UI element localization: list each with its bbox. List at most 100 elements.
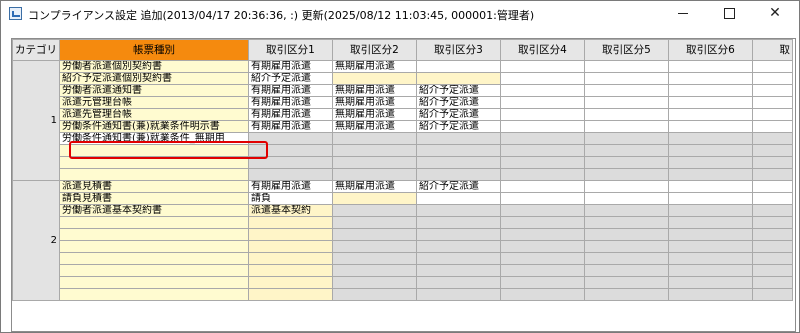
transaction-type-cell-partial[interactable]: [752, 276, 793, 289]
transaction-type-cell[interactable]: [248, 240, 333, 253]
transaction-type-cell-partial[interactable]: [752, 72, 793, 85]
transaction-type-cell[interactable]: [332, 252, 417, 265]
transaction-type-cell[interactable]: [500, 120, 585, 133]
form-type-cell[interactable]: [59, 156, 249, 169]
transaction-type-cell[interactable]: 請負: [248, 192, 333, 205]
form-type-cell[interactable]: [59, 264, 249, 277]
transaction-type-cell[interactable]: [584, 96, 669, 109]
transaction-type-cell[interactable]: [500, 132, 585, 145]
transaction-type-cell[interactable]: [416, 264, 501, 277]
transaction-type-cell[interactable]: [500, 240, 585, 253]
transaction-type-cell[interactable]: [248, 132, 333, 145]
transaction-type-cell[interactable]: 有期雇用派遣: [248, 96, 333, 109]
transaction-type-cell[interactable]: [584, 264, 669, 277]
form-type-cell[interactable]: 労働者派遣個別契約書: [59, 60, 249, 73]
form-type-cell[interactable]: 派遣見積書: [59, 180, 249, 193]
transaction-type-cell[interactable]: [668, 276, 753, 289]
form-type-cell[interactable]: 労働者派遣通知書: [59, 84, 249, 97]
column-header-transaction-type-4[interactable]: 取引区分4: [500, 39, 585, 61]
form-type-cell[interactable]: 労働条件通知書(兼)就業条件_無期用: [59, 132, 249, 145]
transaction-type-cell[interactable]: 紹介予定派遣: [248, 72, 333, 85]
transaction-type-cell[interactable]: [332, 228, 417, 241]
form-type-cell[interactable]: 労働者派遣基本契約書: [59, 204, 249, 217]
transaction-type-cell[interactable]: [332, 216, 417, 229]
transaction-type-cell-partial[interactable]: [752, 132, 793, 145]
transaction-type-cell[interactable]: 無期雇用派遣: [332, 120, 417, 133]
transaction-type-cell[interactable]: [332, 72, 417, 85]
form-type-cell[interactable]: [59, 276, 249, 289]
column-header-transaction-type-1[interactable]: 取引区分1: [248, 39, 333, 61]
transaction-type-cell[interactable]: [584, 180, 669, 193]
transaction-type-cell[interactable]: [668, 60, 753, 73]
form-type-cell[interactable]: 労働条件通知書(兼)就業条件明示書: [59, 120, 249, 133]
transaction-type-cell[interactable]: [500, 264, 585, 277]
form-type-cell[interactable]: 紹介予定派遣個別契約書: [59, 72, 249, 85]
transaction-type-cell[interactable]: [500, 72, 585, 85]
column-header-transaction-type-7[interactable]: 取: [752, 39, 793, 61]
form-type-cell[interactable]: 請負見積書: [59, 192, 249, 205]
transaction-type-cell-partial[interactable]: [752, 252, 793, 265]
transaction-type-cell-partial[interactable]: [752, 240, 793, 253]
form-type-cell[interactable]: [59, 228, 249, 241]
transaction-type-cell[interactable]: 無期雇用派遣: [332, 96, 417, 109]
column-header-transaction-type-3[interactable]: 取引区分3: [416, 39, 501, 61]
transaction-type-cell[interactable]: 紹介予定派遣: [416, 108, 501, 121]
transaction-type-cell[interactable]: 有期雇用派遣: [248, 60, 333, 73]
column-header-transaction-type-6[interactable]: 取引区分6: [668, 39, 753, 61]
transaction-type-cell[interactable]: [416, 276, 501, 289]
transaction-type-cell[interactable]: [332, 240, 417, 253]
transaction-type-cell-partial[interactable]: [752, 84, 793, 97]
transaction-type-cell[interactable]: [584, 204, 669, 217]
transaction-type-cell[interactable]: [500, 216, 585, 229]
maximize-button[interactable]: [706, 1, 752, 27]
transaction-type-cell[interactable]: [668, 156, 753, 169]
transaction-type-cell[interactable]: [416, 252, 501, 265]
form-type-cell[interactable]: 派遣元管理台帳: [59, 96, 249, 109]
transaction-type-cell[interactable]: [416, 60, 501, 73]
form-type-cell[interactable]: [59, 288, 249, 301]
column-header-form-type[interactable]: 帳票種別: [59, 39, 249, 61]
transaction-type-cell[interactable]: [248, 216, 333, 229]
transaction-type-cell[interactable]: [668, 84, 753, 97]
transaction-type-cell[interactable]: [416, 240, 501, 253]
transaction-type-cell[interactable]: [584, 120, 669, 133]
transaction-type-cell[interactable]: [416, 192, 501, 205]
transaction-type-cell[interactable]: [416, 228, 501, 241]
transaction-type-cell[interactable]: [584, 156, 669, 169]
transaction-type-cell[interactable]: [668, 228, 753, 241]
transaction-type-cell[interactable]: [668, 288, 753, 301]
transaction-type-cell[interactable]: [248, 156, 333, 169]
transaction-type-cell-partial[interactable]: [752, 192, 793, 205]
transaction-type-cell[interactable]: [332, 204, 417, 217]
transaction-type-cell[interactable]: [248, 144, 333, 157]
transaction-type-cell-partial[interactable]: [752, 96, 793, 109]
transaction-type-cell[interactable]: [248, 288, 333, 301]
transaction-type-cell[interactable]: [248, 252, 333, 265]
transaction-type-cell[interactable]: [248, 264, 333, 277]
transaction-type-cell[interactable]: [500, 108, 585, 121]
transaction-type-cell[interactable]: [668, 144, 753, 157]
transaction-type-cell[interactable]: [584, 192, 669, 205]
transaction-type-cell[interactable]: [584, 228, 669, 241]
transaction-type-cell[interactable]: [584, 60, 669, 73]
transaction-type-cell-partial[interactable]: [752, 180, 793, 193]
transaction-type-cell[interactable]: [500, 276, 585, 289]
transaction-type-cell[interactable]: [584, 84, 669, 97]
transaction-type-cell-partial[interactable]: [752, 144, 793, 157]
transaction-type-cell[interactable]: [584, 240, 669, 253]
transaction-type-cell-partial[interactable]: [752, 204, 793, 217]
transaction-type-cell[interactable]: [500, 156, 585, 169]
transaction-type-cell[interactable]: [668, 96, 753, 109]
transaction-type-cell[interactable]: [248, 168, 333, 181]
transaction-type-cell[interactable]: [668, 108, 753, 121]
transaction-type-cell[interactable]: 無期雇用派遣: [332, 180, 417, 193]
transaction-type-cell[interactable]: [668, 132, 753, 145]
form-type-cell[interactable]: [59, 144, 249, 157]
transaction-type-cell-partial[interactable]: [752, 168, 793, 181]
transaction-type-cell[interactable]: [500, 288, 585, 301]
transaction-type-cell[interactable]: 紹介予定派遣: [416, 180, 501, 193]
transaction-type-cell[interactable]: [668, 216, 753, 229]
transaction-type-cell[interactable]: 紹介予定派遣: [416, 84, 501, 97]
form-type-cell[interactable]: [59, 168, 249, 181]
transaction-type-cell[interactable]: [500, 192, 585, 205]
